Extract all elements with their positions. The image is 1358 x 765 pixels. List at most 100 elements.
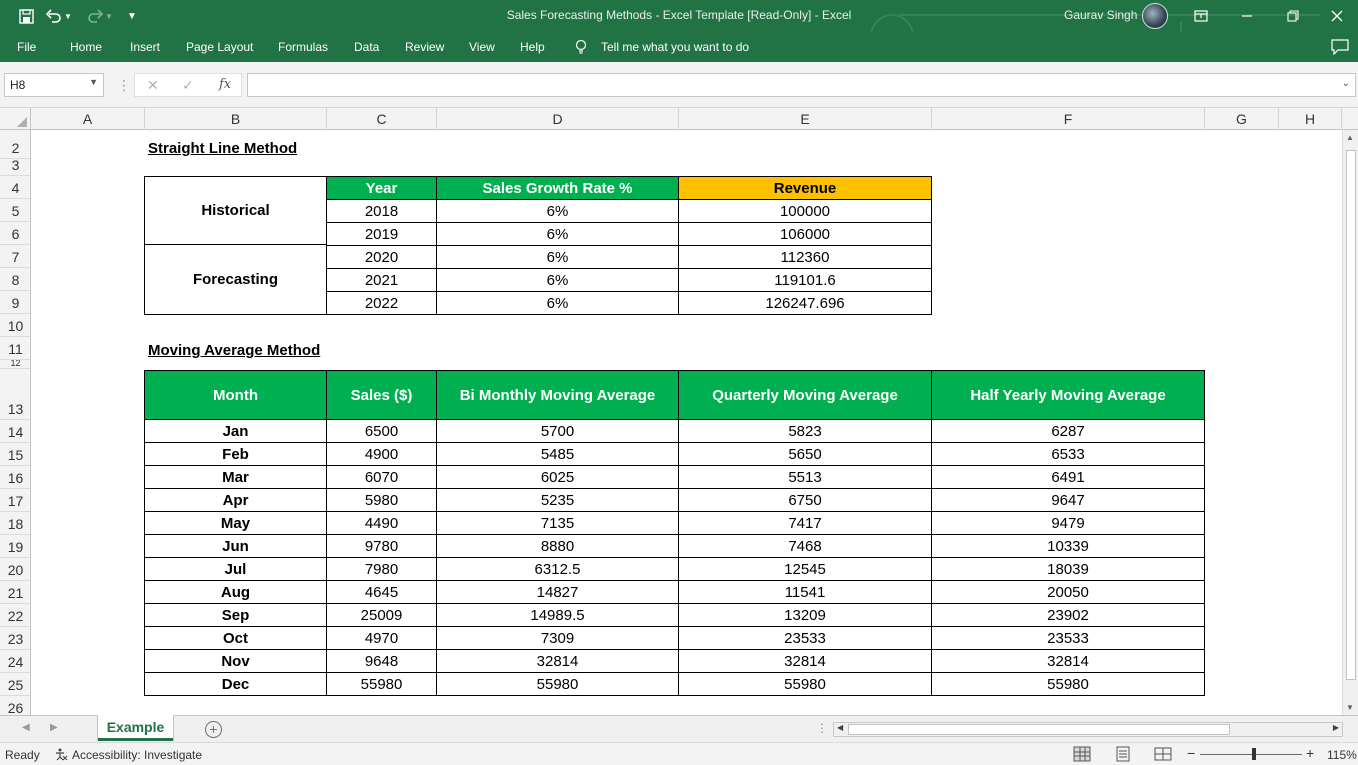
- year-cell[interactable]: 2018: [326, 199, 437, 223]
- tab-help[interactable]: Help: [520, 40, 545, 54]
- formula-bar-grip[interactable]: ⋮: [117, 77, 131, 94]
- quarterly-cell[interactable]: 7468: [678, 534, 932, 558]
- row-header[interactable]: 18: [0, 512, 30, 535]
- row-header[interactable]: 13: [0, 369, 30, 420]
- month-cell[interactable]: Jul: [144, 557, 327, 581]
- page-layout-view-icon[interactable]: [1114, 746, 1132, 762]
- quarterly-cell[interactable]: 5650: [678, 442, 932, 466]
- minimize-icon[interactable]: [1224, 0, 1270, 32]
- row-header[interactable]: 26: [0, 696, 30, 715]
- bi-monthly-cell[interactable]: 32814: [436, 649, 679, 673]
- scroll-left-icon[interactable]: ◀: [837, 723, 843, 732]
- row-header[interactable]: 6: [0, 222, 30, 245]
- bi-monthly-cell[interactable]: 14827: [436, 580, 679, 604]
- row-header[interactable]: 23: [0, 627, 30, 650]
- name-box[interactable]: H8 ▼: [4, 73, 104, 97]
- half-yearly-cell[interactable]: 20050: [931, 580, 1205, 604]
- month-cell[interactable]: Aug: [144, 580, 327, 604]
- revenue-cell[interactable]: 100000: [678, 199, 932, 223]
- cancel-icon[interactable]: ✕: [147, 77, 159, 94]
- quarterly-cell[interactable]: 7417: [678, 511, 932, 535]
- vertical-scroll-thumb[interactable]: [1346, 150, 1356, 680]
- month-cell[interactable]: Apr: [144, 488, 327, 512]
- bi-monthly-cell[interactable]: 5235: [436, 488, 679, 512]
- month-cell[interactable]: Nov: [144, 649, 327, 673]
- zoom-level[interactable]: 115%: [1327, 748, 1357, 762]
- zoom-slider-thumb[interactable]: [1252, 748, 1256, 760]
- column-header-g[interactable]: G: [1205, 108, 1279, 130]
- half-yearly-cell[interactable]: 6287: [931, 419, 1205, 443]
- scroll-up-icon[interactable]: ▲: [1346, 133, 1354, 142]
- rate-cell[interactable]: 6%: [436, 199, 679, 223]
- sales-cell[interactable]: 6070: [326, 465, 437, 489]
- sales-cell[interactable]: 4490: [326, 511, 437, 535]
- row-header[interactable]: 19: [0, 535, 30, 558]
- row-header[interactable]: 17: [0, 489, 30, 512]
- bi-monthly-cell[interactable]: 8880: [436, 534, 679, 558]
- insert-function-icon[interactable]: fx: [219, 77, 231, 92]
- formula-input[interactable]: ⌄: [247, 73, 1356, 97]
- sheet-tab-example[interactable]: Example: [98, 715, 173, 741]
- expand-formula-icon[interactable]: ⌄: [1342, 78, 1350, 89]
- half-yearly-cell[interactable]: 6491: [931, 465, 1205, 489]
- row-header[interactable]: 15: [0, 443, 30, 466]
- row-header[interactable]: 20: [0, 558, 30, 581]
- row-header[interactable]: 9: [0, 291, 30, 314]
- forecasting-label[interactable]: Forecasting: [145, 245, 326, 314]
- scroll-right-icon[interactable]: ▶: [1333, 723, 1339, 732]
- tab-insert[interactable]: Insert: [130, 40, 160, 54]
- vertical-scrollbar[interactable]: ▲ ▼: [1342, 130, 1358, 715]
- tab-view[interactable]: View: [469, 40, 495, 54]
- quarterly-cell[interactable]: 11541: [678, 580, 932, 604]
- select-all-button[interactable]: [0, 108, 31, 130]
- tell-me-search[interactable]: Tell me what you want to do: [601, 40, 749, 54]
- redo-icon[interactable]: ▼: [84, 0, 116, 32]
- quarterly-cell[interactable]: 5823: [678, 419, 932, 443]
- chevron-down-icon[interactable]: ▼: [89, 77, 98, 87]
- row-header[interactable]: 16: [0, 466, 30, 489]
- row-header[interactable]: 10: [0, 314, 30, 337]
- quarterly-cell[interactable]: 32814: [678, 649, 932, 673]
- revenue-cell[interactable]: 126247.696: [678, 291, 932, 315]
- save-icon[interactable]: [14, 0, 38, 32]
- normal-view-icon[interactable]: [1073, 746, 1091, 762]
- enter-icon[interactable]: ✓: [182, 77, 194, 94]
- quarterly-cell[interactable]: 55980: [678, 672, 932, 696]
- month-cell[interactable]: Mar: [144, 465, 327, 489]
- quarterly-cell[interactable]: 5513: [678, 465, 932, 489]
- zoom-out-icon[interactable]: −: [1187, 745, 1195, 761]
- year-header[interactable]: Year: [326, 176, 437, 200]
- half-yearly-cell[interactable]: 18039: [931, 557, 1205, 581]
- row-header[interactable]: 11: [0, 337, 30, 360]
- restore-icon[interactable]: [1270, 0, 1316, 32]
- avatar[interactable]: [1142, 3, 1168, 29]
- bi-monthly-cell[interactable]: 5485: [436, 442, 679, 466]
- customize-toolbar-icon[interactable]: ▼: [124, 0, 140, 32]
- undo-icon[interactable]: ▼: [44, 0, 74, 32]
- horizontal-scroll-thumb[interactable]: [848, 724, 1230, 735]
- revenue-header[interactable]: Revenue: [678, 176, 932, 200]
- worksheet-grid[interactable]: Straight Line Method Year Sales Growth R…: [31, 130, 1342, 715]
- prev-sheet-icon[interactable]: ◀: [22, 722, 30, 733]
- row-header[interactable]: 3: [0, 157, 30, 176]
- quarterly-cell[interactable]: 6750: [678, 488, 932, 512]
- zoom-in-icon[interactable]: +: [1306, 745, 1314, 761]
- bi-monthly-cell[interactable]: 7135: [436, 511, 679, 535]
- month-cell[interactable]: May: [144, 511, 327, 535]
- row-header[interactable]: 22: [0, 604, 30, 627]
- tab-split-handle[interactable]: ⋮: [816, 721, 828, 735]
- sales-cell[interactable]: 4900: [326, 442, 437, 466]
- ribbon-display-icon[interactable]: [1178, 0, 1224, 32]
- revenue-cell[interactable]: 119101.6: [678, 268, 932, 292]
- column-header-d[interactable]: D: [437, 108, 679, 130]
- column-header-c[interactable]: C: [327, 108, 437, 130]
- bi-monthly-cell[interactable]: 6025: [436, 465, 679, 489]
- column-header-e[interactable]: E: [679, 108, 932, 130]
- rate-cell[interactable]: 6%: [436, 222, 679, 246]
- row-header[interactable]: 7: [0, 245, 30, 268]
- sales-cell[interactable]: 9648: [326, 649, 437, 673]
- column-header-a[interactable]: A: [31, 108, 145, 130]
- add-sheet-icon[interactable]: +: [205, 721, 222, 738]
- accessibility-icon[interactable]: [54, 747, 68, 761]
- tab-formulas[interactable]: Formulas: [278, 40, 328, 54]
